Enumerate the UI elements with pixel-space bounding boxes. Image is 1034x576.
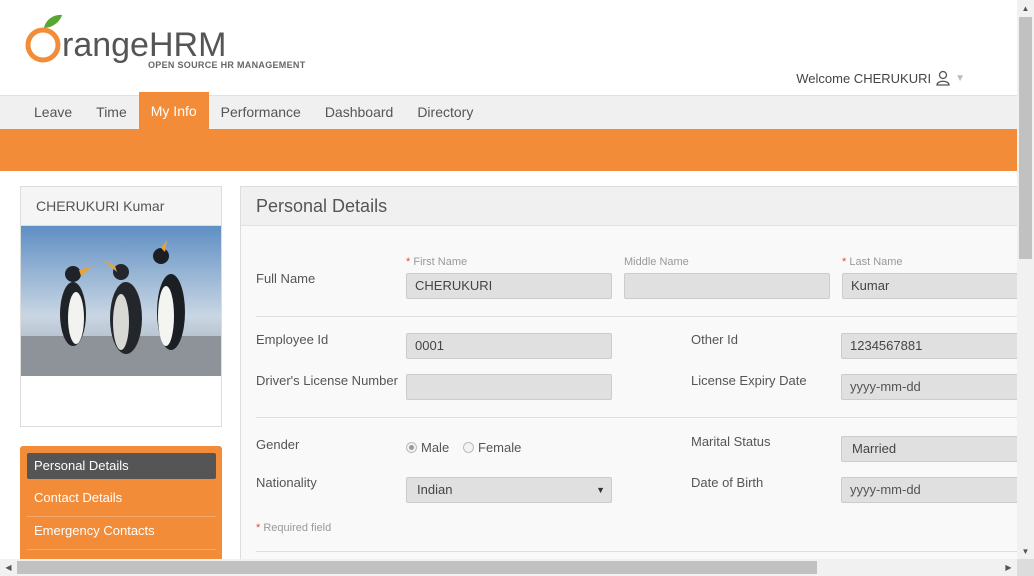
marital-status-select[interactable]: Married: [841, 436, 1020, 462]
required-field-note: * Required field: [256, 522, 331, 534]
divider: [256, 551, 1021, 552]
profile-name: CHERUKURI Kumar: [21, 187, 221, 226]
middle-name-field[interactable]: [624, 273, 830, 299]
personal-details-panel: Personal Details Full Name * First Name …: [240, 186, 1021, 576]
gender-female-radio[interactable]: Female: [463, 440, 521, 455]
full-name-label: Full Name: [256, 271, 316, 286]
welcome-menu[interactable]: Welcome CHERUKURI ▼: [796, 70, 965, 86]
employee-id-label: Employee Id: [256, 332, 329, 347]
marital-status-label: Marital Status: [691, 434, 771, 449]
logo-word: rangeHRM: [62, 26, 226, 64]
gender-male-label: Male: [421, 440, 450, 455]
logo-tagline: OPEN SOURCE HR MANAGEMENT: [148, 60, 306, 70]
user-icon[interactable]: [936, 70, 950, 86]
scroll-up-arrow-icon[interactable]: ▲: [1017, 0, 1034, 17]
required-star: *: [842, 256, 847, 268]
license-expiry-label: License Expiry Date: [691, 373, 807, 388]
last-name-label-text: Last Name: [849, 256, 903, 268]
nav-performance[interactable]: Performance: [209, 96, 313, 130]
vertical-scroll-thumb[interactable]: [1019, 17, 1032, 259]
first-name-label-text: First Name: [413, 256, 468, 268]
marital-status-value: Married: [852, 441, 897, 456]
nav-dashboard[interactable]: Dashboard: [313, 96, 406, 130]
orangehrm-logo[interactable]: rangeHRM OPEN SOURCE HR MANAGEMENT: [24, 12, 314, 74]
side-item-personal-details[interactable]: Personal Details: [27, 453, 216, 479]
header: rangeHRM OPEN SOURCE HR MANAGEMENT Welco…: [0, 0, 1017, 95]
last-name-field[interactable]: Kumar: [842, 273, 1020, 299]
license-label: Driver's License Number: [256, 373, 398, 388]
horizontal-scrollbar[interactable]: ◀ ▶: [0, 559, 1017, 576]
required-field-text: Required field: [263, 522, 332, 534]
radio-unchecked-icon[interactable]: [463, 442, 474, 453]
gender-female-label: Female: [478, 440, 522, 455]
middle-name-label: Middle Name: [624, 256, 689, 268]
gender-male-radio[interactable]: Male: [406, 440, 449, 455]
license-field[interactable]: [406, 374, 612, 400]
required-star: *: [406, 256, 411, 268]
dob-field[interactable]: yyyy-mm-dd: [841, 477, 1020, 503]
nationality-value: Indian: [417, 482, 453, 497]
dropdown-arrow-icon[interactable]: ▼: [596, 478, 605, 502]
divider: [256, 417, 1021, 418]
subnav-bar: [0, 129, 1017, 171]
other-id-field[interactable]: 1234567881: [841, 333, 1020, 359]
gender-label: Gender: [256, 437, 300, 452]
first-name-field[interactable]: CHERUKURI: [406, 273, 612, 299]
side-item-contact-details[interactable]: Contact Details: [27, 485, 216, 517]
nav-time[interactable]: Time: [84, 96, 139, 130]
vertical-scrollbar[interactable]: ▲ ▼: [1017, 0, 1034, 560]
scroll-right-arrow-icon[interactable]: ▶: [1000, 559, 1017, 576]
nav-directory[interactable]: Directory: [405, 96, 485, 130]
license-expiry-field[interactable]: yyyy-mm-dd: [841, 374, 1020, 400]
welcome-text[interactable]: Welcome CHERUKURI: [796, 71, 931, 86]
scroll-left-arrow-icon[interactable]: ◀: [0, 559, 17, 576]
nationality-label: Nationality: [256, 475, 317, 490]
side-menu: Personal Details Contact Details Emergen…: [20, 446, 222, 576]
nav-leave[interactable]: Leave: [22, 96, 84, 130]
main-nav: Leave Time My Info Performance Dashboard…: [0, 92, 1017, 130]
radio-checked-icon[interactable]: [406, 442, 417, 453]
first-name-label: * First Name: [406, 256, 467, 268]
scroll-down-arrow-icon[interactable]: ▼: [1017, 543, 1034, 560]
chevron-down-icon[interactable]: ▼: [955, 73, 965, 84]
dob-label: Date of Birth: [691, 475, 764, 490]
profile-card: CHERUKURI Kumar: [20, 186, 222, 427]
scrollbar-corner: [1017, 559, 1034, 576]
side-item-emergency-contacts[interactable]: Emergency Contacts: [27, 518, 216, 550]
required-star: *: [256, 522, 261, 534]
nav-my-info[interactable]: My Info: [138, 92, 209, 130]
divider: [256, 316, 1021, 317]
nationality-select[interactable]: Indian ▼: [406, 477, 612, 503]
employee-id-field[interactable]: 0001: [406, 333, 612, 359]
last-name-label: * Last Name: [842, 256, 903, 268]
profile-photo[interactable]: [21, 226, 221, 376]
other-id-label: Other Id: [691, 332, 738, 347]
horizontal-scroll-thumb[interactable]: [17, 561, 817, 574]
panel-title: Personal Details: [241, 187, 1019, 226]
